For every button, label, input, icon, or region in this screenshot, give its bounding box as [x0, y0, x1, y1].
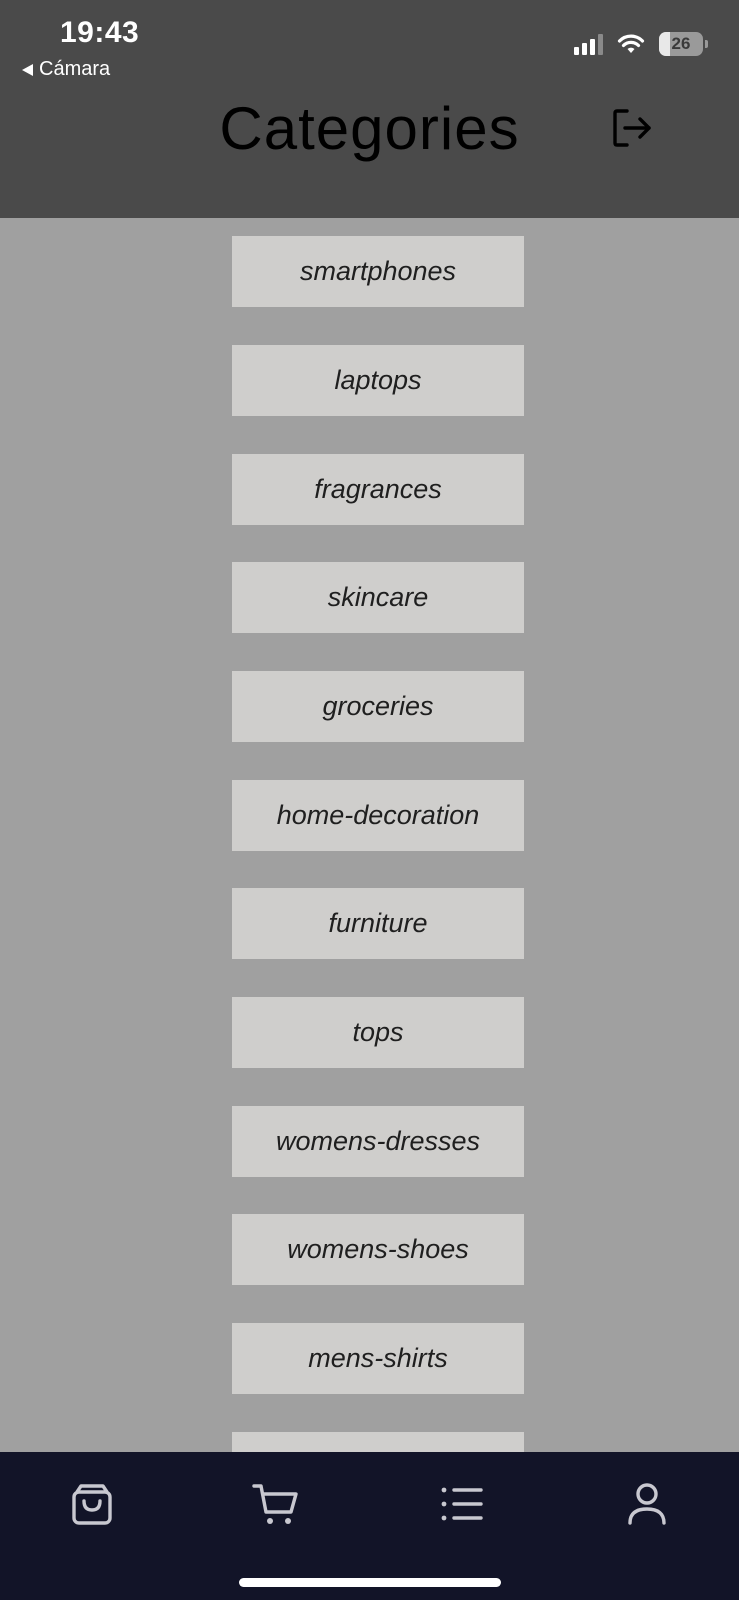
nav-profile[interactable] — [617, 1474, 677, 1534]
shopping-bag-icon — [72, 1484, 112, 1525]
category-button[interactable]: groceries — [232, 671, 524, 742]
category-button[interactable]: furniture — [232, 888, 524, 959]
category-button[interactable] — [232, 1432, 524, 1452]
category-button[interactable]: smartphones — [232, 236, 524, 307]
cart-icon — [252, 1484, 298, 1524]
back-to-camera-link[interactable]: Cámara — [22, 58, 110, 81]
category-button[interactable]: womens-dresses — [232, 1106, 524, 1177]
category-button[interactable]: home-decoration — [232, 780, 524, 851]
wifi-icon — [617, 34, 645, 53]
back-triangle-icon — [22, 63, 33, 76]
category-button[interactable]: skincare — [232, 562, 524, 633]
category-list: smartphones laptops fragrances skincare … — [0, 218, 739, 1452]
category-button[interactable]: fragrances — [232, 454, 524, 525]
status-time: 19:43 — [60, 16, 140, 49]
category-button[interactable]: womens-shoes — [232, 1214, 524, 1285]
status-icons: 26 — [574, 32, 708, 56]
category-button[interactable]: mens-shirts — [232, 1323, 524, 1394]
category-button[interactable]: tops — [232, 997, 524, 1068]
battery-level: 26 — [671, 34, 691, 53]
battery-indicator: 26 — [659, 32, 708, 56]
nav-shop[interactable] — [62, 1474, 122, 1534]
logout-button[interactable] — [608, 104, 656, 152]
home-indicator[interactable] — [239, 1578, 501, 1587]
header: 19:43 Cámara 26 Categories — [0, 0, 739, 218]
logout-icon — [613, 109, 651, 147]
screen: 19:43 Cámara 26 Categories smartphones l… — [0, 0, 739, 1600]
category-button[interactable]: laptops — [232, 345, 524, 416]
list-icon — [441, 1487, 483, 1521]
user-icon — [628, 1483, 666, 1525]
nav-cart[interactable] — [246, 1474, 306, 1534]
signal-icon — [574, 33, 603, 55]
nav-categories[interactable] — [432, 1474, 492, 1534]
back-label: Cámara — [39, 58, 111, 80]
